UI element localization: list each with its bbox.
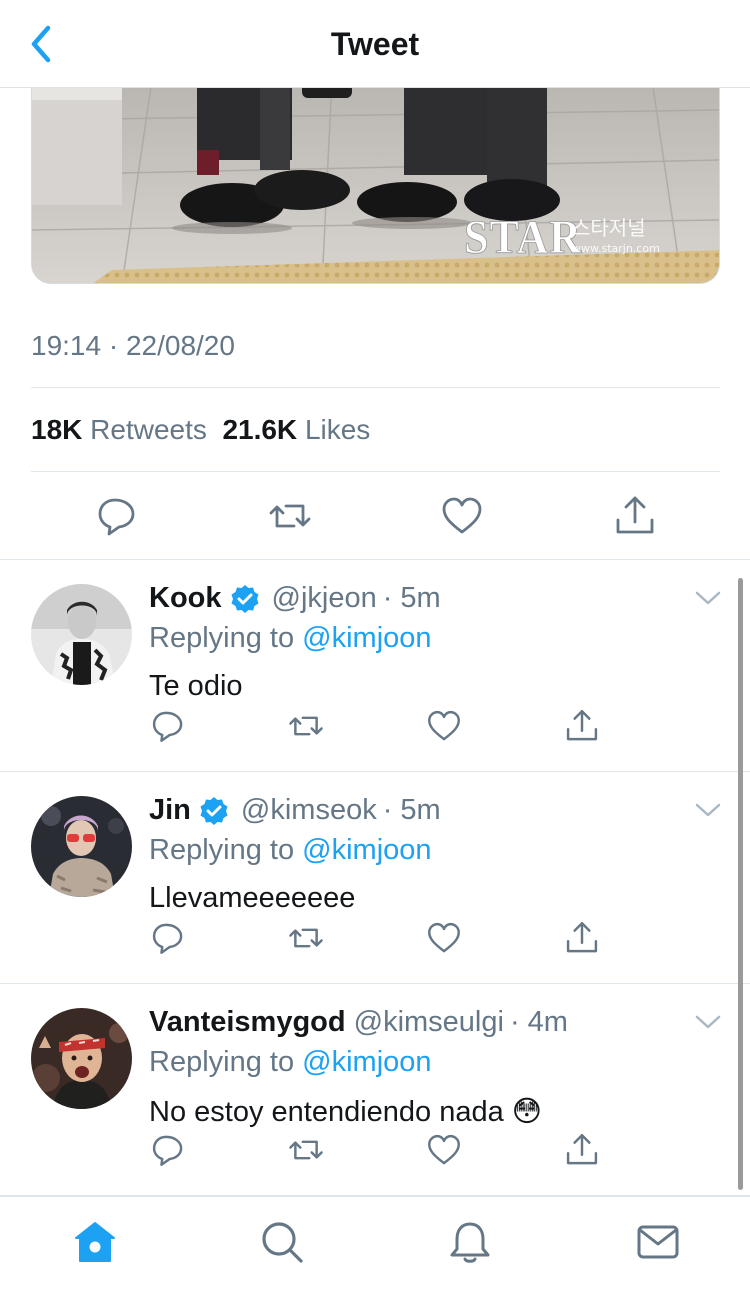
mention-link[interactable]: @kimjoon	[302, 1046, 431, 1078]
bottom-tab-bar	[0, 1196, 750, 1294]
tab-home[interactable]	[72, 1219, 118, 1265]
verified-badge-icon	[200, 796, 228, 825]
reply-tweet[interactable]: Jin @kimseok · 5m Replying to @kimjoon L…	[0, 772, 750, 984]
display-name[interactable]: Vanteismygod	[149, 1006, 346, 1039]
reply-button[interactable]	[150, 920, 186, 956]
divider	[31, 471, 720, 472]
avatar[interactable]	[31, 796, 132, 897]
top-navigation-bar: Tweet	[0, 0, 750, 88]
retweet-icon	[289, 928, 323, 948]
share-button[interactable]	[564, 1132, 600, 1168]
share-button[interactable]	[564, 708, 600, 744]
tweet-stats: 18K Retweets 21.6K Likes	[31, 414, 370, 446]
share-icon	[566, 1134, 598, 1165]
reply-tweet[interactable]: Kook @jkjeon · 5m Replying to @kimjoon T…	[0, 560, 750, 772]
reply-tweet[interactable]: Vanteismygod @kimseulgi · 4m Replying to…	[0, 984, 750, 1196]
svg-text:www.starjn.com: www.starjn.com	[572, 242, 660, 255]
reply-icon	[152, 923, 183, 954]
reply-header: Jin @kimseok · 5m	[149, 794, 441, 827]
reply-text: Llevameeeeeee	[149, 882, 356, 914]
handle[interactable]: @jkjeon	[272, 582, 377, 615]
reply-text: No estoy entendiendo nada 😳	[149, 1096, 543, 1128]
retweet-button[interactable]	[288, 920, 324, 956]
share-icon	[566, 710, 598, 741]
retweet-icon	[269, 504, 311, 528]
retweet-button[interactable]	[268, 494, 312, 538]
like-button[interactable]	[426, 920, 462, 956]
tweet-timestamp: 19:14 · 22/08/20	[31, 330, 235, 361]
home-icon	[75, 1222, 115, 1262]
svg-text:스타저널: 스타저널	[572, 216, 646, 240]
handle[interactable]: @kimseok	[241, 794, 377, 827]
like-button[interactable]	[440, 494, 484, 538]
mention-link[interactable]: @kimjoon	[302, 622, 431, 654]
avatar[interactable]	[31, 1008, 132, 1109]
reply-action-bar	[0, 1132, 750, 1168]
replying-to: Replying to @kimjoon	[149, 834, 432, 866]
replying-to: Replying to @kimjoon	[149, 1046, 432, 1078]
reply-button[interactable]	[150, 708, 186, 744]
chevron-down-icon[interactable]	[694, 1012, 722, 1032]
tweet-media-image[interactable]: STAR 스타저널 www.starjn.com	[31, 80, 720, 284]
page-title: Tweet	[330, 26, 420, 62]
retweet-button[interactable]	[288, 708, 324, 744]
search-icon	[262, 1222, 303, 1263]
retweet-icon	[289, 716, 323, 736]
reply-header: Vanteismygod @kimseulgi · 4m	[149, 1006, 568, 1039]
heart-icon	[428, 922, 460, 953]
tab-notifications[interactable]	[447, 1219, 493, 1265]
divider	[31, 387, 720, 388]
reply-time: · 5m	[382, 582, 441, 614]
reply-time: · 5m	[382, 794, 441, 826]
reply-icon	[152, 711, 183, 742]
reply-action-bar	[0, 708, 750, 744]
display-name[interactable]: Jin	[149, 794, 191, 827]
replying-to: Replying to @kimjoon	[149, 622, 432, 654]
likes-stat[interactable]: 21.6K Likes	[222, 414, 370, 445]
scrollbar[interactable]	[738, 578, 743, 1190]
verified-badge-icon	[231, 584, 258, 613]
retweet-icon	[289, 1140, 323, 1160]
messages-icon	[637, 1225, 679, 1259]
like-button[interactable]	[426, 1132, 462, 1168]
reply-icon	[152, 1135, 183, 1166]
reply-icon	[98, 498, 135, 536]
reply-action-bar	[0, 920, 750, 956]
chevron-down-icon[interactable]	[694, 588, 722, 608]
reply-header: Kook @jkjeon · 5m	[149, 582, 441, 615]
heart-icon	[428, 710, 460, 741]
heart-icon	[428, 1134, 460, 1165]
like-button[interactable]	[426, 708, 462, 744]
reply-button[interactable]	[150, 1132, 186, 1168]
tab-messages[interactable]	[635, 1219, 681, 1265]
retweet-button[interactable]	[288, 1132, 324, 1168]
retweets-stat[interactable]: 18K Retweets	[31, 414, 207, 445]
handle[interactable]: @kimseulgi	[354, 1006, 504, 1039]
avatar[interactable]	[31, 584, 132, 685]
notifications-icon	[450, 1222, 490, 1263]
reply-button[interactable]	[95, 494, 139, 538]
tweet-action-bar	[0, 494, 750, 538]
svg-text:STAR: STAR	[464, 210, 582, 263]
tab-search[interactable]	[259, 1219, 305, 1265]
chevron-down-icon[interactable]	[694, 800, 722, 820]
share-icon	[566, 922, 598, 953]
reply-time: · 4m	[509, 1006, 568, 1038]
share-button[interactable]	[613, 494, 657, 538]
share-icon	[616, 496, 654, 534]
reply-text: Te odio	[149, 670, 243, 702]
share-button[interactable]	[564, 920, 600, 956]
heart-icon	[442, 497, 482, 534]
mention-link[interactable]: @kimjoon	[302, 834, 431, 866]
display-name[interactable]: Kook	[149, 582, 222, 615]
